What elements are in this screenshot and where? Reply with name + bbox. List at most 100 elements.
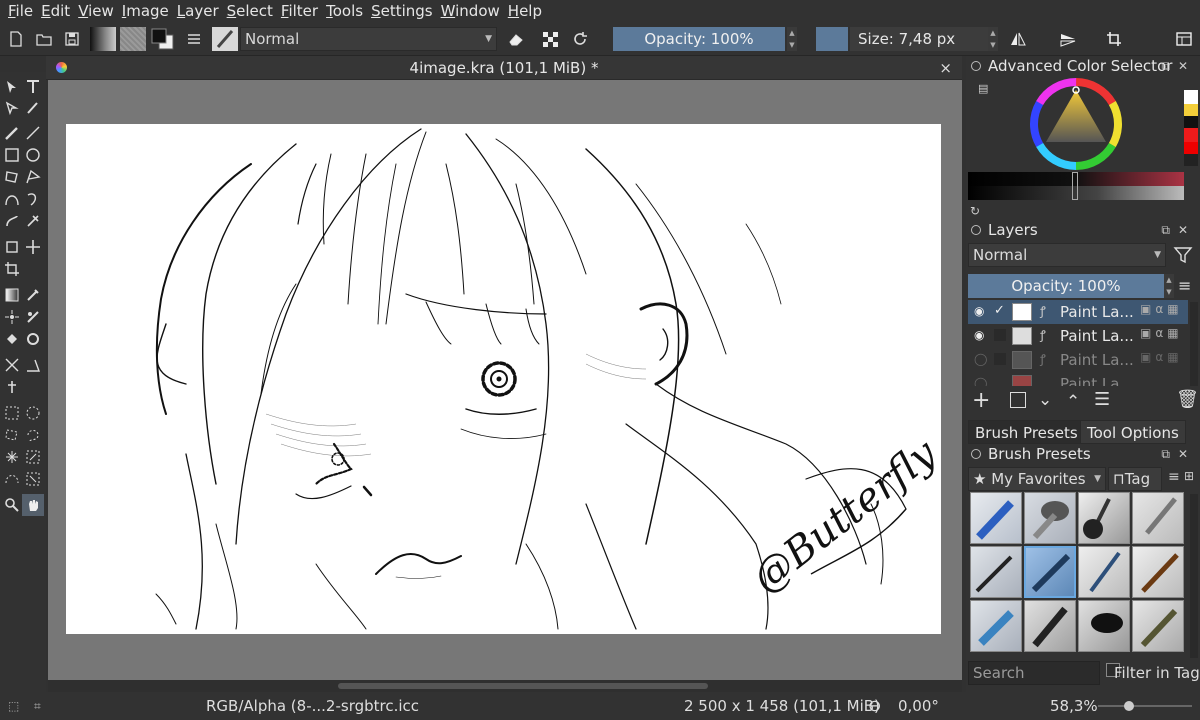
move-layer-up-icon[interactable]: ⌃ (1066, 392, 1080, 412)
new-document-icon[interactable] (4, 27, 28, 51)
brush-preset-tile[interactable] (970, 546, 1022, 598)
save-icon[interactable] (60, 27, 84, 51)
opacity-slider[interactable]: Opacity: 100% (613, 27, 785, 51)
polygon-select-icon[interactable] (3, 426, 21, 444)
preset-settings-icon[interactable]: ⊞ (1184, 469, 1194, 483)
menu-edit[interactable]: Edit (37, 0, 74, 22)
checkmark-icon[interactable]: ✓ (994, 303, 1005, 318)
panel-lock-icon[interactable] (971, 449, 981, 459)
angle-icon[interactable] (24, 356, 42, 374)
add-layer-icon[interactable]: + (972, 388, 990, 413)
eye-hidden-icon[interactable]: ◯ (974, 376, 987, 386)
snap-icon[interactable]: ⌗ (34, 692, 41, 720)
rotation-value[interactable]: 0,00° (898, 692, 939, 720)
assistant-tool-icon[interactable] (3, 308, 21, 326)
blend-mode-select[interactable]: Normal ▼ (240, 27, 497, 51)
layer-blend-mode-select[interactable]: Normal ▼ (968, 243, 1166, 267)
gradient-selector-icon[interactable] (90, 27, 116, 51)
view-mode-icon[interactable]: ≡ (1168, 469, 1180, 485)
filter-icon[interactable] (1173, 245, 1195, 265)
image-dimensions-label[interactable]: 2 500 x 1 458 (101,1 MiB) (684, 692, 880, 720)
size-slider[interactable]: Size: 7,48 px (850, 27, 988, 51)
brush-preset-tile[interactable] (1024, 546, 1076, 598)
brush-preset-tile[interactable] (970, 600, 1022, 652)
menu-layer[interactable]: Layer (173, 0, 223, 22)
checkbox-icon[interactable] (994, 329, 1006, 341)
brush-tool-icon[interactable] (3, 124, 21, 142)
checkbox-icon[interactable] (994, 353, 1006, 365)
zoom-value[interactable]: 58,3% (1050, 692, 1098, 720)
eye-hidden-icon[interactable]: ◯ (974, 352, 987, 366)
mirror-horizontal-icon[interactable] (1006, 27, 1030, 51)
move-tool-icon[interactable] (24, 238, 42, 256)
layer-lock-alpha-icons[interactable]: ▣α▦ (1140, 326, 1183, 340)
layer-row[interactable]: ◉ ꝭ Paint La... ▣α▦ (968, 324, 1188, 348)
layer-lock-alpha-icons[interactable]: ▣α▦ (1140, 302, 1183, 316)
ellipse-select-icon[interactable] (24, 404, 42, 422)
brush-preset-tile[interactable] (1078, 600, 1130, 652)
menu-window[interactable]: Window (437, 0, 504, 22)
fill-tool-icon[interactable] (3, 330, 21, 348)
menu-view[interactable]: View (74, 0, 118, 22)
eye-icon[interactable]: ◉ (974, 304, 984, 318)
brush-preset-tile[interactable] (1078, 546, 1130, 598)
rotation-icon[interactable]: ⊖ (868, 692, 881, 720)
tab-tool-options[interactable]: Tool Options (1080, 420, 1186, 444)
preset-search-input[interactable]: Search (968, 661, 1100, 685)
menu-file[interactable]: File (4, 0, 37, 22)
transform-tool-icon[interactable] (3, 238, 21, 256)
pan-tool-icon[interactable] (22, 494, 44, 516)
menu-tools[interactable]: Tools (322, 0, 367, 22)
contiguous-select-icon[interactable] (3, 448, 21, 466)
brush-preset-tile[interactable] (1132, 546, 1184, 598)
brush-preset-tile[interactable] (1024, 600, 1076, 652)
layer-list-scrollbar[interactable] (1190, 302, 1198, 386)
panel-float-close-icon[interactable]: ⧉✕ (1161, 56, 1196, 76)
drawing-canvas[interactable]: @Butterfly (66, 124, 941, 634)
zoom-tool-icon[interactable] (3, 496, 21, 514)
move-layer-down-icon[interactable]: ⌄ (1038, 390, 1052, 410)
rectangle-tool-icon[interactable] (3, 146, 21, 164)
duplicate-layer-icon[interactable] (1010, 392, 1026, 408)
line-tool-icon[interactable] (24, 124, 42, 142)
brush-preset-tile[interactable] (1024, 492, 1076, 544)
color-wheel[interactable] (1028, 76, 1124, 172)
layer-properties-icon[interactable]: ☰ (1094, 389, 1110, 410)
edit-shapes-icon[interactable] (3, 99, 21, 117)
scrollbar-thumb[interactable] (338, 683, 708, 689)
crop-tool-icon[interactable] (3, 260, 21, 278)
horizontal-scrollbar[interactable] (48, 680, 962, 692)
eraser-mode-icon[interactable] (504, 27, 528, 51)
mirror-vertical-icon[interactable] (1056, 27, 1080, 51)
panel-float-close-icon[interactable]: ⧉✕ (1161, 444, 1196, 464)
freehand-select-icon[interactable] (24, 426, 42, 444)
wrap-around-icon[interactable] (1102, 27, 1126, 51)
brush-preset-tile[interactable] (970, 492, 1022, 544)
menu-help[interactable]: Help (504, 0, 546, 22)
measure-icon[interactable] (3, 356, 21, 374)
panel-lock-icon[interactable] (971, 61, 981, 71)
rect-select-icon[interactable] (3, 404, 21, 422)
delete-layer-icon[interactable]: 🗑 (1176, 389, 1199, 410)
ellipse-tool-icon[interactable] (24, 146, 42, 164)
tag-button[interactable]: ⊓Tag (1108, 467, 1162, 491)
calligraphy-icon[interactable] (24, 99, 42, 117)
opacity-spinner[interactable]: ▲ ▼ (787, 27, 797, 51)
polygon-tool-icon[interactable] (3, 168, 21, 186)
preset-grid-scrollbar[interactable] (1190, 494, 1198, 658)
magnetic-select-icon[interactable] (24, 470, 42, 488)
size-indicator[interactable] (816, 27, 848, 51)
polyline-tool-icon[interactable] (24, 168, 42, 186)
tab-brush-presets[interactable]: Brush Presets (968, 420, 1085, 444)
similar-select-icon[interactable] (24, 448, 42, 466)
layer-lock-alpha-icons[interactable]: ▣α▦ (1140, 350, 1183, 364)
size-spinner[interactable]: ▲ ▼ (988, 27, 998, 51)
reload-preset-icon[interactable] (568, 27, 592, 51)
zoom-slider[interactable] (1098, 705, 1192, 707)
layer-row[interactable]: ◯ Paint La... (968, 372, 1188, 386)
panel-float-close-icon[interactable]: ⧉✕ (1161, 220, 1196, 240)
eye-icon[interactable]: ◉ (974, 328, 984, 342)
multibrush-icon[interactable] (24, 212, 42, 230)
bezier-tool-icon[interactable] (3, 190, 21, 208)
fg-bg-color-icon[interactable] (150, 27, 176, 51)
